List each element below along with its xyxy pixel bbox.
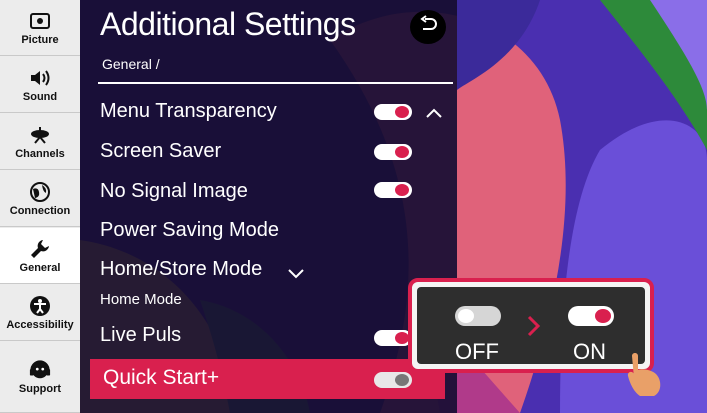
sidebar-item-connection[interactable]: Connection (0, 171, 80, 227)
off-label: OFF (455, 339, 499, 364)
sidebar-item-label: Accessibility (6, 318, 74, 331)
headset-icon (29, 359, 51, 381)
wrench-icon (29, 238, 51, 260)
picture-icon (29, 10, 51, 32)
setting-row-no-signal-image[interactable]: No Signal Image (90, 172, 445, 210)
setting-label: Live Puls (100, 324, 182, 346)
setting-label: Screen Saver (100, 140, 222, 162)
toggle-hint-popup: OFF ON (408, 278, 654, 373)
sidebar-item-support[interactable]: Support (0, 342, 80, 413)
sidebar-item-label: Sound (22, 90, 58, 103)
home-store-mode-value: Home Mode (100, 291, 182, 308)
sidebar-item-accessibility[interactable]: Accessibility (0, 285, 80, 341)
hand-pointer-icon (626, 352, 666, 398)
setting-label: Quick Start+ (103, 366, 220, 389)
sidebar-item-label: Connection (9, 204, 71, 217)
sidebar-item-general[interactable]: General (0, 228, 80, 284)
no-signal-image-toggle[interactable] (374, 182, 412, 198)
chevron-up-icon[interactable] (425, 104, 443, 123)
sidebar-item-label: Channels (15, 147, 65, 160)
settings-sidebar: Picture Sound Channels Connection Genera… (0, 0, 80, 413)
off-toggle-example (455, 306, 501, 326)
breadcrumb: General / (102, 56, 160, 72)
sidebar-item-picture[interactable]: Picture (0, 0, 80, 56)
title-divider (98, 82, 453, 84)
sidebar-item-label: General (19, 261, 61, 274)
setting-row-live-puls[interactable]: Live Puls (90, 316, 445, 354)
on-toggle-example (568, 306, 614, 326)
setting-row-screen-saver[interactable]: Screen Saver (90, 132, 445, 170)
menu-transparency-toggle[interactable] (374, 104, 412, 120)
toggle-hint-body: OFF ON (417, 287, 645, 364)
setting-label: Home/Store Mode (100, 258, 263, 280)
antenna-icon (29, 124, 51, 146)
speaker-icon (29, 67, 51, 89)
setting-label: No Signal Image (100, 180, 248, 202)
sidebar-item-label: Picture (21, 33, 59, 46)
chevron-down-icon[interactable] (287, 264, 305, 283)
setting-row-home-store-mode[interactable]: Home/Store Mode (90, 250, 445, 288)
on-label: ON (573, 339, 606, 364)
setting-row-quick-start[interactable]: Quick Start+ (90, 359, 445, 399)
live-puls-toggle[interactable] (374, 330, 412, 346)
screen-saver-toggle[interactable] (374, 144, 412, 160)
setting-row-menu-transparency[interactable]: Menu Transparency (90, 92, 445, 130)
back-button[interactable] (410, 10, 446, 44)
globe-icon (29, 181, 51, 203)
sidebar-item-sound[interactable]: Sound (0, 57, 80, 113)
setting-label: Menu Transparency (100, 100, 277, 122)
back-icon (417, 15, 439, 39)
setting-row-power-saving-mode[interactable]: Power Saving Mode (90, 211, 445, 249)
quick-start-toggle[interactable] (374, 372, 412, 388)
accessibility-icon (29, 295, 51, 317)
sidebar-item-channels[interactable]: Channels (0, 114, 80, 170)
setting-label: Power Saving Mode (100, 219, 279, 241)
page-title: Additional Settings (100, 6, 356, 42)
arrow-right-icon (527, 315, 541, 341)
sidebar-item-label: Support (18, 383, 62, 395)
